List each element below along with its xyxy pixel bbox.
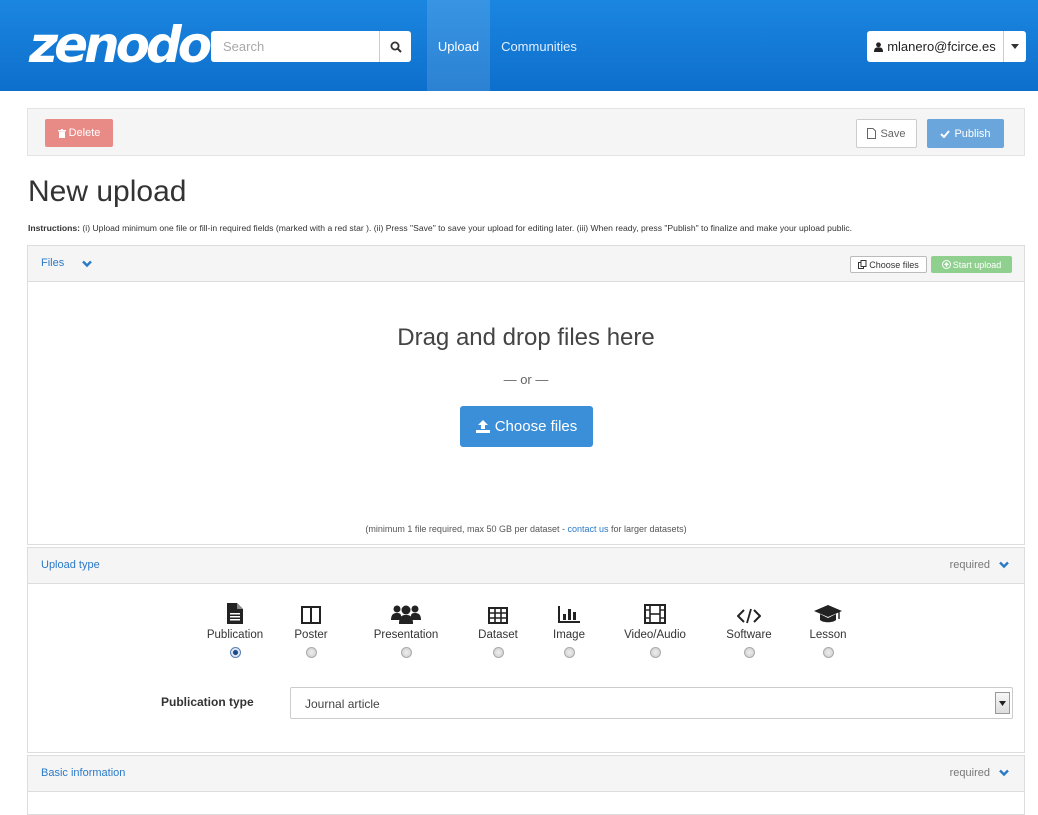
upload-icon — [475, 420, 490, 433]
chevron-down-icon — [82, 260, 92, 268]
upload-type-radio[interactable] — [305, 647, 317, 658]
file-limit-note-after: for larger datasets) — [608, 524, 687, 534]
search-input[interactable] — [211, 31, 379, 62]
upload-type-radio[interactable] — [649, 647, 661, 658]
files-panel-header[interactable]: Files Choose files Start upload — [28, 246, 1024, 282]
caret-down-icon — [1011, 44, 1019, 49]
files-panel: Files Choose files Start upload Drag and… — [27, 245, 1025, 545]
basic-information-required: required — [950, 767, 1010, 779]
search-icon — [390, 41, 402, 53]
graduation-cap-icon — [788, 598, 868, 624]
select-arrow[interactable] — [995, 692, 1010, 714]
start-upload-label: Start upload — [952, 259, 1002, 270]
top-navbar: zenodo Upload Communities mlanero@fcirce… — [0, 0, 1038, 91]
upload-type-presentation[interactable]: Presentation — [366, 598, 446, 658]
upload-type-required: required — [950, 559, 1010, 571]
contact-us-link[interactable]: contact us — [568, 524, 609, 534]
start-upload-button[interactable]: Start upload — [931, 256, 1012, 273]
delete-button[interactable]: Delete — [45, 119, 113, 147]
trash-icon — [57, 128, 66, 138]
required-label: required — [949, 559, 990, 571]
caret-down-icon — [999, 700, 1006, 706]
instructions-prefix: Instructions: — [28, 223, 81, 233]
publication-type-select[interactable]: Journal article — [290, 687, 1013, 719]
upload-type-panel-title: Upload type — [41, 559, 100, 571]
drop-zone-text: Drag and drop files here — [397, 324, 655, 351]
group-icon — [366, 598, 446, 624]
save-button[interactable]: Save — [856, 119, 917, 148]
upload-type-label: Publication — [206, 629, 264, 641]
upload-type-label: Video/Audio — [624, 629, 686, 641]
user-account-button[interactable]: mlanero@fcirce.es — [867, 31, 1004, 62]
files-panel-title: Files — [41, 257, 65, 269]
instructions: Instructions: (i) Upload minimum one fil… — [28, 222, 1028, 234]
user-email: mlanero@fcirce.es — [887, 39, 996, 54]
chevron-down-icon — [999, 769, 1009, 777]
action-bar: Delete Save Publish — [27, 108, 1025, 156]
user-dropdown-toggle[interactable] — [1004, 31, 1026, 62]
table-icon — [458, 598, 538, 624]
upload-type-image[interactable]: Image — [529, 598, 609, 658]
publication-type-value: Journal article — [305, 697, 380, 711]
copy-icon — [858, 260, 867, 269]
upload-type-label: Dataset — [478, 629, 518, 641]
upload-type-publication[interactable]: Publication — [195, 598, 275, 658]
publish-label: Publish — [954, 127, 991, 140]
user-menu: mlanero@fcirce.es — [867, 31, 1026, 62]
basic-information-panel-title: Basic information — [41, 767, 126, 779]
or-separator: — or — — [503, 372, 549, 387]
chevron-down-icon — [999, 561, 1009, 569]
instructions-text: (i) Upload minimum one file or fill-in r… — [80, 223, 853, 233]
search-box — [211, 31, 411, 62]
upload-type-software[interactable]: Software — [709, 598, 789, 658]
page-title: New upload — [28, 175, 187, 208]
upload-type-radio[interactable] — [229, 647, 241, 658]
check-icon — [940, 129, 951, 138]
upload-type-panel-header[interactable]: Upload type required — [28, 548, 1024, 584]
choose-files-small-button[interactable]: Choose files — [850, 256, 927, 273]
upload-type-lesson[interactable]: Lesson — [788, 598, 868, 658]
upload-type-label: Presentation — [373, 629, 439, 641]
bar-chart-icon — [529, 598, 609, 624]
upload-type-radio[interactable] — [400, 647, 412, 658]
upload-circle-icon — [941, 260, 951, 269]
film-icon — [615, 598, 695, 624]
nav-communities[interactable]: Communities — [497, 0, 581, 91]
basic-information-panel: Basic information required — [27, 755, 1025, 815]
zenodo-logo[interactable]: zenodo — [29, 16, 212, 74]
upload-type-video-audio[interactable]: Video/Audio — [615, 598, 695, 658]
upload-type-label: Lesson — [809, 629, 847, 641]
upload-type-label: Software — [726, 629, 772, 641]
choose-files-small-label: Choose files — [869, 259, 919, 270]
upload-type-radio[interactable] — [492, 647, 504, 658]
columns-icon — [271, 598, 351, 624]
publish-button[interactable]: Publish — [927, 119, 1004, 148]
upload-type-dataset[interactable]: Dataset — [458, 598, 538, 658]
upload-type-label: Image — [553, 629, 585, 641]
delete-label: Delete — [68, 127, 101, 139]
upload-type-panel: Upload type required Publication Poster … — [27, 547, 1025, 753]
search-button[interactable] — [379, 31, 411, 62]
upload-type-poster[interactable]: Poster — [271, 598, 351, 658]
save-label: Save — [880, 127, 906, 140]
file-limit-note: (minimum 1 file required, max 50 GB per … — [28, 524, 1024, 534]
choose-files-label: Choose files — [494, 418, 578, 435]
choose-files-button[interactable]: Choose files — [460, 406, 593, 447]
file-text-icon — [195, 598, 275, 624]
user-icon — [874, 41, 884, 52]
upload-type-radio[interactable] — [822, 647, 834, 658]
upload-type-radio[interactable] — [563, 647, 575, 658]
upload-type-label: Poster — [294, 629, 328, 641]
file-icon — [867, 128, 877, 139]
basic-information-panel-header[interactable]: Basic information required — [28, 756, 1024, 792]
nav-upload[interactable]: Upload — [427, 0, 490, 91]
file-limit-note-before: (minimum 1 file required, max 50 GB per … — [365, 524, 568, 534]
publication-type-label: Publication type — [161, 695, 254, 709]
required-label: required — [949, 767, 990, 779]
code-icon — [709, 598, 789, 624]
upload-type-radio[interactable] — [743, 647, 755, 658]
